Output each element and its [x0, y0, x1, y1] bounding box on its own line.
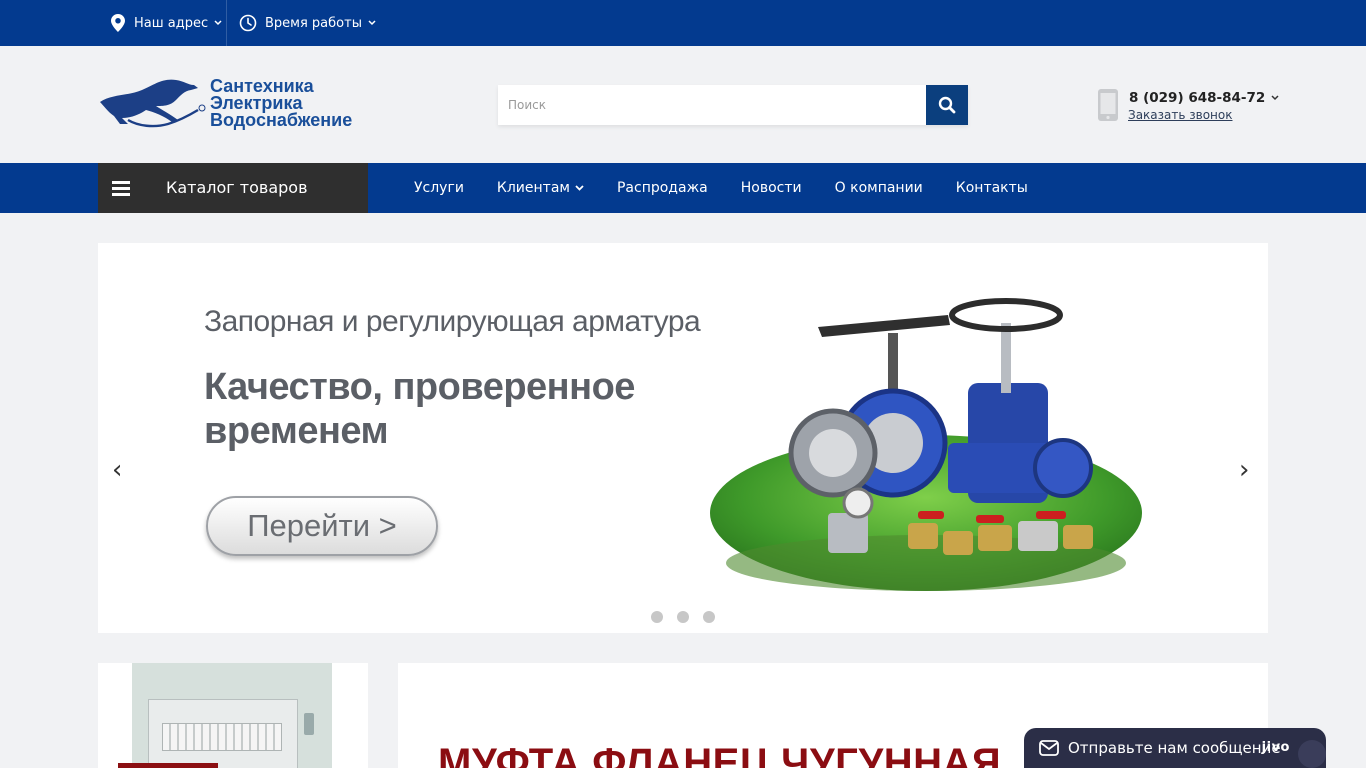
catalog-label: Каталог товаров	[166, 178, 308, 197]
chevron-down-icon	[1271, 95, 1279, 101]
hero-slider: Запорная и регулирующая арматура Качеств…	[98, 243, 1268, 633]
mobile-phone-icon	[1098, 89, 1118, 121]
nav-item-label: Клиентам	[496, 180, 570, 196]
phone-dropdown[interactable]: 8 (029) 648-84-72	[1129, 90, 1279, 106]
chevron-down-icon	[575, 185, 584, 191]
valves-image	[788, 298, 1093, 555]
location-pin-icon	[111, 14, 125, 32]
site-header: Сантехника Электрика Водоснабжение 8 (02…	[0, 46, 1366, 163]
hamburger-menu-icon	[112, 181, 130, 196]
nav-menu: Услуги Клиентам Распродажа Новости О ком…	[414, 163, 1061, 213]
slide-headline: Запорная и регулирующая арматура	[204, 305, 701, 338]
envelope-icon	[1039, 740, 1059, 756]
chevron-down-icon	[214, 20, 222, 26]
address-dropdown[interactable]: Наш адрес	[110, 0, 230, 46]
address-label: Наш адрес	[134, 15, 209, 31]
jivo-logo: jivo	[1261, 740, 1290, 755]
slider-dot-3[interactable]	[703, 611, 715, 623]
catalog-button[interactable]: Каталог товаров	[98, 163, 368, 213]
nav-item-label: Контакты	[955, 180, 1028, 196]
nav-item-clients[interactable]: Клиентам	[497, 180, 584, 196]
phone-block	[1098, 89, 1118, 125]
search-bar	[498, 85, 968, 125]
promo-title: МУФТА ФЛАНЕЦ ЧУГУННАЯ	[438, 741, 1002, 768]
site-logo[interactable]: Сантехника Электрика Водоснабжение	[98, 76, 370, 132]
topbar-divider	[226, 0, 227, 46]
chat-label: Отправьте нам сообщение	[1068, 739, 1281, 757]
slider-dot-2[interactable]	[677, 611, 689, 623]
search-input[interactable]	[498, 85, 926, 125]
search-button[interactable]	[926, 85, 968, 125]
slide-subheadline: Качество, проверенное временем	[204, 366, 635, 452]
hours-dropdown[interactable]: Время работы	[239, 0, 384, 46]
nav-item-about[interactable]: О компании	[835, 180, 923, 196]
slider-prev-arrow[interactable]: ‹	[112, 457, 122, 483]
nav-item-label: Новости	[740, 180, 802, 196]
chat-avatar	[1298, 740, 1326, 768]
slider-next-arrow[interactable]: ›	[1239, 457, 1249, 483]
promo-red-tag	[118, 763, 218, 768]
cabinet-din-rail	[162, 723, 282, 751]
phone-number: 8 (029) 648-84-72	[1129, 90, 1266, 106]
slider-pagination	[651, 611, 729, 623]
hours-label: Время работы	[265, 15, 362, 31]
panther-logo-icon	[100, 79, 206, 128]
slider-dot-1[interactable]	[651, 611, 663, 623]
clock-icon	[239, 14, 257, 32]
logo-text: Сантехника Электрика Водоснабжение	[210, 77, 353, 130]
nav-item-label: О компании	[834, 180, 923, 196]
promo-card-left[interactable]	[98, 663, 368, 768]
nav-item-label: Распродажа	[616, 180, 708, 196]
nav-item-label: Услуги	[414, 180, 464, 196]
cabinet-handle	[304, 713, 314, 735]
chat-widget[interactable]: Отправьте нам сообщение jivo	[1024, 728, 1326, 768]
nav-item-contacts[interactable]: Контакты	[956, 180, 1028, 196]
top-bar: Наш адрес Время работы	[0, 0, 1366, 46]
search-icon	[938, 96, 956, 114]
nav-item-services[interactable]: Услуги	[414, 180, 464, 196]
logo-line-3: Водоснабжение	[210, 110, 353, 130]
chevron-down-icon	[368, 20, 376, 26]
nav-item-news[interactable]: Новости	[741, 180, 802, 196]
callback-link[interactable]: Заказать звонок	[1128, 108, 1233, 122]
main-nav: Каталог товаров Услуги Клиентам Распрода…	[0, 163, 1366, 213]
nav-item-sale[interactable]: Распродажа	[617, 180, 708, 196]
electrical-cabinet-image	[132, 663, 332, 768]
slide-cta-button[interactable]: Перейти >	[206, 496, 438, 556]
